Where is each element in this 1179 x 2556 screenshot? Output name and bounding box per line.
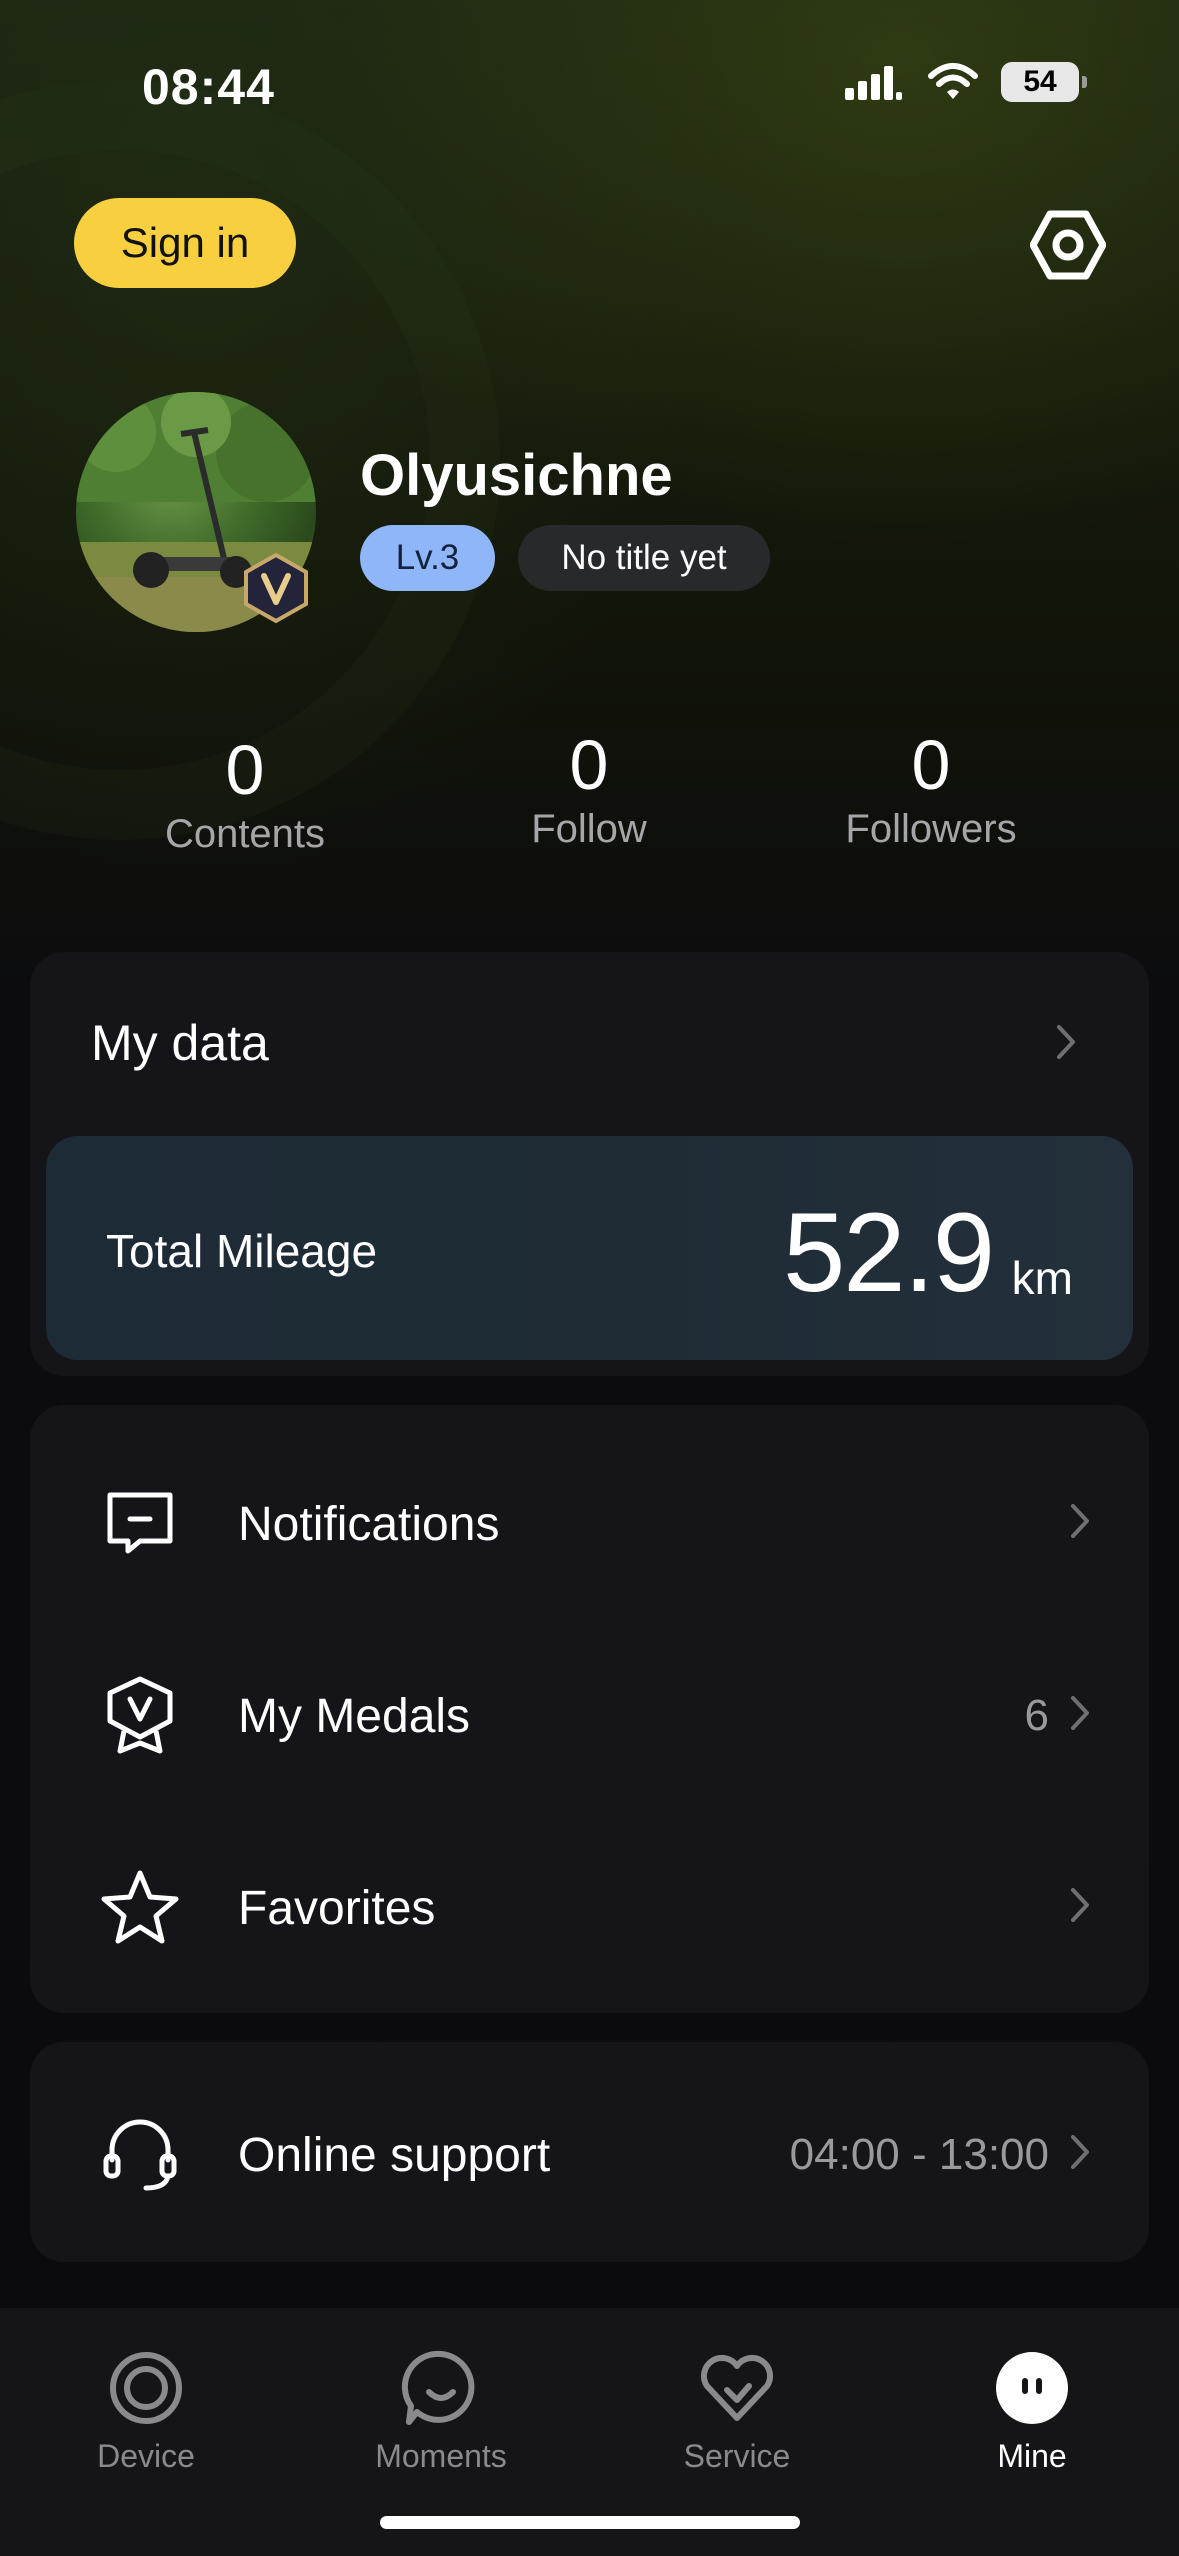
- username: Olyusichne: [360, 443, 673, 508]
- tab-label: Mine: [997, 2438, 1067, 2474]
- menu-item-label: My Medals: [238, 1690, 471, 1743]
- online-support-card[interactable]: Online support 04:00 - 13:00: [30, 2042, 1149, 2262]
- status-time: 08:44: [142, 59, 275, 115]
- menu-item-label: Online support: [238, 2129, 551, 2182]
- star-icon: [101, 1870, 179, 1944]
- mine-icon: [996, 2352, 1068, 2424]
- avatar[interactable]: [76, 392, 316, 632]
- tab-moments[interactable]: Moments: [331, 2348, 551, 2475]
- title-badge[interactable]: No title yet: [518, 525, 770, 591]
- menu-item-my-medals[interactable]: My Medals 6: [30, 1633, 1149, 1793]
- tab-mine[interactable]: Mine: [922, 2348, 1142, 2475]
- home-indicator[interactable]: [380, 2516, 800, 2529]
- menu-item-label: Notifications: [238, 1498, 500, 1551]
- stat-contents[interactable]: 0 Contents: [95, 730, 395, 857]
- stat-value: 0: [569, 726, 609, 804]
- stat-value: 0: [911, 726, 951, 804]
- menu-item-online-support[interactable]: Online support 04:00 - 13:00: [30, 2072, 1149, 2232]
- moments-icon: [401, 2350, 475, 2425]
- medal-icon: [107, 1676, 173, 1754]
- stat-follow[interactable]: 0 Follow: [439, 725, 739, 852]
- total-mileage-panel[interactable]: Total Mileage 52.9 km: [46, 1136, 1133, 1360]
- stat-label: Contents: [164, 812, 326, 856]
- medals-count: 6: [1024, 1691, 1049, 1740]
- service-heart-icon: [700, 2355, 774, 2421]
- my-data-title[interactable]: My data: [91, 1014, 269, 1072]
- menu-item-label: Favorites: [238, 1882, 436, 1935]
- v-badge-icon: [244, 552, 308, 624]
- mileage-label: Total Mileage: [106, 1225, 378, 1277]
- chevron-right-icon: [1071, 2135, 1089, 2169]
- tab-label: Moments: [375, 2438, 507, 2474]
- tab-device[interactable]: Device: [36, 2348, 256, 2475]
- mileage-unit: km: [1011, 1252, 1073, 1304]
- support-hours: 04:00 - 13:00: [789, 2130, 1049, 2179]
- tab-service[interactable]: Service: [627, 2348, 847, 2475]
- settings-hexagon-icon[interactable]: [1030, 210, 1106, 280]
- menu-card: Notifications My Medals 6 Favorites: [30, 1405, 1149, 2013]
- sign-in-button[interactable]: Sign in: [74, 198, 296, 288]
- menu-item-favorites[interactable]: Favorites: [30, 1825, 1149, 1985]
- device-icon: [110, 2352, 182, 2424]
- stat-label: Follow: [531, 807, 647, 851]
- message-icon: [107, 1492, 173, 1554]
- tab-label: Service: [683, 2438, 791, 2474]
- headset-icon: [103, 2119, 177, 2191]
- stat-followers[interactable]: 0 Followers: [781, 725, 1081, 852]
- chevron-right-icon: [1071, 1888, 1089, 1922]
- cellular-signal-icon: [845, 66, 902, 100]
- mine-page: 08:44 54 Sign in Olyusichne Lv.3 No titl…: [0, 0, 1179, 2556]
- battery-indicator: 54: [1001, 62, 1087, 102]
- chevron-right-icon[interactable]: [1056, 1024, 1076, 1060]
- wifi-icon: [928, 63, 978, 99]
- level-badge[interactable]: Lv.3: [360, 525, 495, 591]
- stat-value: 0: [225, 731, 265, 809]
- chevron-right-icon: [1071, 1696, 1089, 1730]
- stat-label: Followers: [845, 807, 1017, 851]
- tab-label: Device: [97, 2438, 195, 2474]
- mileage-value: 52.9: [783, 1190, 995, 1315]
- chevron-right-icon: [1071, 1504, 1089, 1538]
- menu-item-notifications[interactable]: Notifications: [30, 1441, 1149, 1601]
- status-icons: 54: [843, 62, 1087, 102]
- my-data-card: My data Total Mileage 52.9 km: [30, 952, 1149, 1376]
